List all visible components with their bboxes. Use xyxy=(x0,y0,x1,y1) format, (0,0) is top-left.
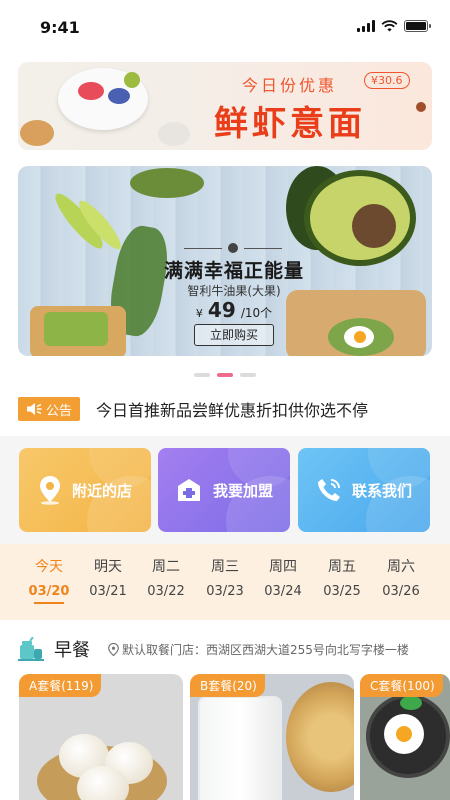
pepper-image xyxy=(400,696,422,710)
day-tab-today[interactable]: 今天 03/20 xyxy=(20,556,78,604)
buy-now-button[interactable]: 立即购买 xyxy=(194,324,274,346)
speaker-icon xyxy=(27,403,42,415)
set-card-c[interactable]: C套餐(100) xyxy=(360,674,450,800)
day-name: 周三 xyxy=(211,559,239,575)
location-icon xyxy=(39,476,60,505)
phone-icon xyxy=(317,479,340,501)
day-date: 03/22 xyxy=(147,584,185,599)
decoration-image xyxy=(416,102,426,112)
promo-banner-pasta[interactable]: 今日份优惠 ¥30.6 鲜虾意面 xyxy=(18,62,432,150)
set-tag: C套餐(100) xyxy=(360,674,443,697)
notice-badge: 公告 xyxy=(18,397,81,421)
soybean-bowl-image xyxy=(286,682,354,792)
status-bar: 9:41 xyxy=(0,0,450,56)
milk-glass-image xyxy=(200,698,280,800)
price-currency: ¥ xyxy=(195,307,203,320)
wifi-icon xyxy=(381,20,398,32)
set-card-b[interactable]: B套餐(20) xyxy=(190,674,354,800)
meal-title: 早餐 xyxy=(54,640,90,661)
battery-icon xyxy=(404,20,431,32)
join-franchise-button[interactable]: 我要加盟 xyxy=(158,448,290,532)
status-time: 9:41 xyxy=(40,18,80,37)
fruit-image xyxy=(108,88,130,104)
store-icon xyxy=(177,479,200,501)
avocado-icon xyxy=(228,243,238,253)
day-date: 03/20 xyxy=(28,584,70,599)
notice-bar[interactable]: 公告 今日首推新品尝鲜优惠折扣供你选不停 xyxy=(18,396,432,422)
day-date: 03/25 xyxy=(323,584,361,599)
banner-subtitle: 智利牛油果(大果) xyxy=(187,284,281,298)
bowl-image xyxy=(20,120,54,146)
day-date: 03/24 xyxy=(264,584,302,599)
signal-icon xyxy=(357,20,375,32)
promo-title: 鲜虾意面 xyxy=(214,104,366,144)
status-icons xyxy=(357,20,431,32)
action-label: 我要加盟 xyxy=(212,481,273,500)
carousel-indicator xyxy=(0,373,450,377)
toast-topping-image xyxy=(44,312,108,346)
banner-price: ¥ 49 /10个 xyxy=(144,298,324,322)
day-tab[interactable]: 周三 03/23 xyxy=(196,556,254,599)
day-tab[interactable]: 周二 03/22 xyxy=(137,556,195,599)
day-date: 03/23 xyxy=(206,584,244,599)
carousel-dot[interactable] xyxy=(194,373,210,377)
title-divider xyxy=(184,243,282,253)
carousel-dot-active[interactable] xyxy=(217,373,233,377)
avocado-pit-image xyxy=(352,204,396,248)
action-label: 联系我们 xyxy=(351,481,412,500)
salad-image xyxy=(130,168,204,198)
promo-price: ¥30.6 xyxy=(364,72,410,89)
price-value: 49 xyxy=(207,298,236,322)
carousel-banner-avocado[interactable]: 满满幸福正能量 智利牛油果(大果) ¥ 49 /10个 立即购买 xyxy=(18,166,432,356)
meal-section-header: 早餐 默认取餐门店：西湖区西湖大道255号向北写字楼一楼 xyxy=(18,634,438,664)
day-tab[interactable]: 周五 03/25 xyxy=(313,556,371,599)
set-tag: B套餐(20) xyxy=(190,674,265,697)
set-tag: A套餐(119) xyxy=(19,674,102,697)
day-name: 周二 xyxy=(152,559,180,575)
day-name: 今天 xyxy=(35,559,63,575)
pickup-location-text: 默认取餐门店：西湖区西湖大道255号向北写字楼一楼 xyxy=(122,642,409,657)
date-selector: 今天 03/20 明天 03/21 周二 03/22 周三 03/23 周四 0… xyxy=(0,544,450,620)
contact-us-button[interactable]: 联系我们 xyxy=(298,448,430,532)
action-label: 附近的店 xyxy=(71,481,132,500)
location-pin-icon xyxy=(108,642,119,656)
day-tab[interactable]: 周六 03/26 xyxy=(372,556,430,599)
active-underline xyxy=(34,602,64,604)
banner-title: 满满幸福正能量 xyxy=(163,260,304,282)
egg-yolk-image xyxy=(354,331,366,343)
notice-text: 今日首推新品尝鲜优惠折扣供你选不停 xyxy=(96,401,369,420)
day-name: 周五 xyxy=(328,559,356,575)
set-card-a[interactable]: A套餐(119) xyxy=(19,674,183,800)
pickup-location[interactable]: 默认取餐门店：西湖区西湖大道255号向北写字楼一楼 xyxy=(108,641,409,658)
day-name: 明天 xyxy=(94,559,122,575)
fruit-image xyxy=(78,82,104,100)
day-date: 03/26 xyxy=(382,584,420,599)
quick-actions: 附近的店 我要加盟 联系我们 xyxy=(0,436,450,544)
day-tab[interactable]: 周四 03/24 xyxy=(254,556,312,599)
cup-image xyxy=(158,122,190,146)
promo-subtitle: 今日份优惠 xyxy=(242,76,338,95)
fruit-image xyxy=(124,72,140,88)
day-tab[interactable]: 明天 03/21 xyxy=(79,556,137,599)
price-unit: /10个 xyxy=(240,306,273,320)
carousel-dot[interactable] xyxy=(240,373,256,377)
day-name: 周四 xyxy=(269,559,297,575)
day-date: 03/21 xyxy=(89,584,127,599)
nearby-stores-button[interactable]: 附近的店 xyxy=(19,448,151,532)
day-name: 周六 xyxy=(387,559,415,575)
drink-icon xyxy=(18,637,44,661)
notice-badge-label: 公告 xyxy=(46,403,73,419)
egg-yolk-image xyxy=(396,726,412,742)
